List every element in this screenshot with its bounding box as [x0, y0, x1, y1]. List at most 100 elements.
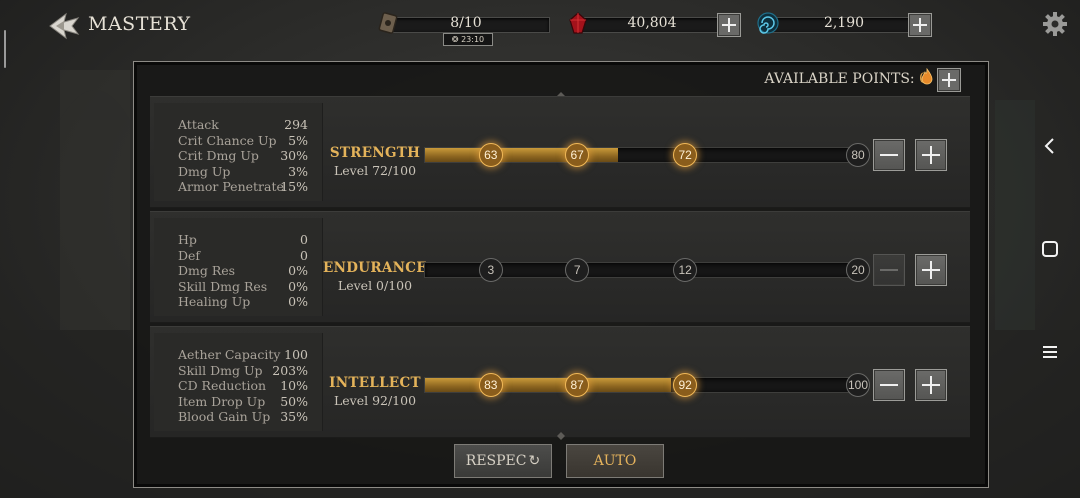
stat-line: Armor Penetrate 15% [178, 179, 308, 194]
stat-value: 15% [280, 179, 308, 195]
stat-line: Aether Capacity 100 [178, 347, 308, 362]
bottom-ornament [543, 432, 579, 440]
decrease-intellect-button[interactable] [873, 369, 905, 401]
nav-recents-icon[interactable] [1038, 340, 1062, 364]
stat-label: Dmg Up [178, 163, 231, 179]
stat-value: 203% [272, 362, 308, 378]
stamina-resource: 8/10 [376, 12, 551, 34]
milestone-node: 72 [673, 143, 698, 167]
attribute-level: Level 0/100 [337, 278, 413, 293]
stat-value: 0 [300, 247, 308, 263]
minus-icon [880, 269, 898, 271]
add-points-button[interactable] [937, 68, 961, 92]
stat-line: Item Drop Up 50% [178, 394, 308, 409]
attribute-row-intellect: Aether Capacity 100 Skill Dmg Up 203% CD Red… [150, 326, 970, 438]
add-aether-button[interactable] [908, 13, 932, 37]
attribute-row-endurance: Hp 0 Def 0 Dmg Res 0% Skill Dmg Res 0% Healing U… [150, 211, 970, 323]
milestone-node: 67 [565, 143, 590, 167]
stat-value: 100 [284, 347, 308, 362]
minus-icon [880, 384, 898, 386]
stat-label: Blood Gain Up [178, 409, 271, 425]
aether-value: 2,190 [823, 15, 865, 31]
milestone-node: 12 [673, 258, 698, 282]
stat-line: CD Reduction 10% [178, 378, 308, 393]
timer-icon: ❂ [451, 35, 462, 44]
back-arrow-icon[interactable] [48, 10, 80, 42]
milestone-node: 3 [478, 258, 503, 282]
nav-back-icon[interactable] [1038, 134, 1062, 158]
stat-label: CD Reduction [178, 378, 267, 394]
stat-line: Crit Chance Up 5% [178, 133, 308, 148]
stat-line: Healing Up 0% [178, 294, 308, 309]
stat-line: Hp 0 [178, 232, 308, 247]
stat-value: 35% [280, 409, 308, 425]
mastery-panel: AVAILABLE POINTS: 0 Attack294Crit Chance… [133, 61, 989, 488]
stat-line: Skill Dmg Up 203% [178, 363, 308, 378]
progress-track: 3 7 12 20 [424, 258, 870, 282]
milestone-node: 83 [478, 373, 503, 397]
stat-value: 5% [288, 132, 308, 148]
progress-track: 83 87 92 100 [424, 373, 870, 397]
attribute-name: ENDURANCE [323, 260, 427, 276]
stat-line: Blood Gain Up 35% [178, 409, 308, 424]
stamina-rune-icon [378, 12, 398, 34]
aether-swirl-icon [757, 12, 779, 34]
stat-value: 0% [288, 278, 308, 294]
add-blood-button[interactable] [717, 13, 741, 37]
minus-icon [880, 154, 898, 156]
page-title: MASTERY [88, 13, 191, 35]
increase-endurance-button[interactable] [915, 254, 947, 286]
edge-indicator [4, 30, 6, 68]
stat-label: Crit Dmg Up [178, 148, 259, 164]
stat-line: Crit Dmg Up 30% [178, 148, 308, 163]
stamina-timer: ❂ 23:10 [443, 33, 493, 46]
stat-label: Armor Penetrate [178, 179, 284, 195]
stat-label: Skill Dmg Res [178, 278, 268, 294]
increase-intellect-button[interactable] [915, 369, 947, 401]
stat-line: Dmg Up 3% [178, 164, 308, 179]
stat-value: 0 [300, 232, 308, 247]
stat-line: Dmg Res 0% [178, 263, 308, 278]
progress-track: 63 67 72 80 [424, 143, 870, 167]
milestone-node: 100 [846, 373, 870, 397]
attribute-row-strength: Attack 294 Crit Chance Up 5% Crit Dmg Up 30% D… [150, 96, 970, 208]
flame-icon [921, 68, 933, 85]
stat-value: 0% [288, 294, 308, 310]
stat-value: 0% [288, 263, 308, 279]
stat-label: Skill Dmg Up [178, 362, 263, 378]
stat-label: Healing Up [178, 294, 251, 310]
stat-value: 50% [280, 393, 308, 409]
blood-value: 40,804 [627, 15, 677, 31]
stat-label: Def [178, 247, 201, 263]
stat-line: Attack 294 [178, 117, 308, 132]
milestone-node: 20 [846, 258, 870, 282]
stat-label: Hp [178, 232, 197, 247]
milestone-node: 80 [846, 143, 870, 167]
attribute-level: Level 72/100 [333, 163, 417, 178]
stat-line: Skill Dmg Res 0% [178, 279, 308, 294]
blood-resource: 40,804 [566, 12, 722, 34]
refresh-icon: ↻ [528, 453, 541, 469]
blood-crystal-icon [569, 12, 587, 34]
stat-label: Aether Capacity [178, 347, 281, 362]
attribute-level: Level 92/100 [333, 393, 417, 408]
decrease-endurance-button[interactable] [873, 254, 905, 286]
attribute-name: STRENGTH [329, 145, 421, 161]
decrease-strength-button[interactable] [873, 139, 905, 171]
milestone-node: 87 [565, 373, 590, 397]
increase-strength-button[interactable] [915, 139, 947, 171]
stat-label: Item Drop Up [178, 393, 266, 409]
stat-label: Dmg Res [178, 263, 236, 279]
stat-value: 294 [284, 117, 308, 132]
gear-icon[interactable] [1042, 11, 1068, 37]
stat-line: Def 0 [178, 248, 308, 263]
stat-label: Crit Chance Up [178, 132, 277, 148]
milestone-node: 92 [673, 373, 698, 397]
milestone-node: 7 [565, 258, 590, 282]
attribute-name: INTELLECT [329, 375, 421, 391]
respec-button[interactable]: RESPEC ↻ [454, 444, 552, 478]
nav-home-icon[interactable] [1038, 237, 1062, 261]
stamina-value: 8/10 [450, 15, 482, 31]
progress-fill [425, 378, 672, 392]
auto-button[interactable]: AUTO [566, 444, 664, 478]
